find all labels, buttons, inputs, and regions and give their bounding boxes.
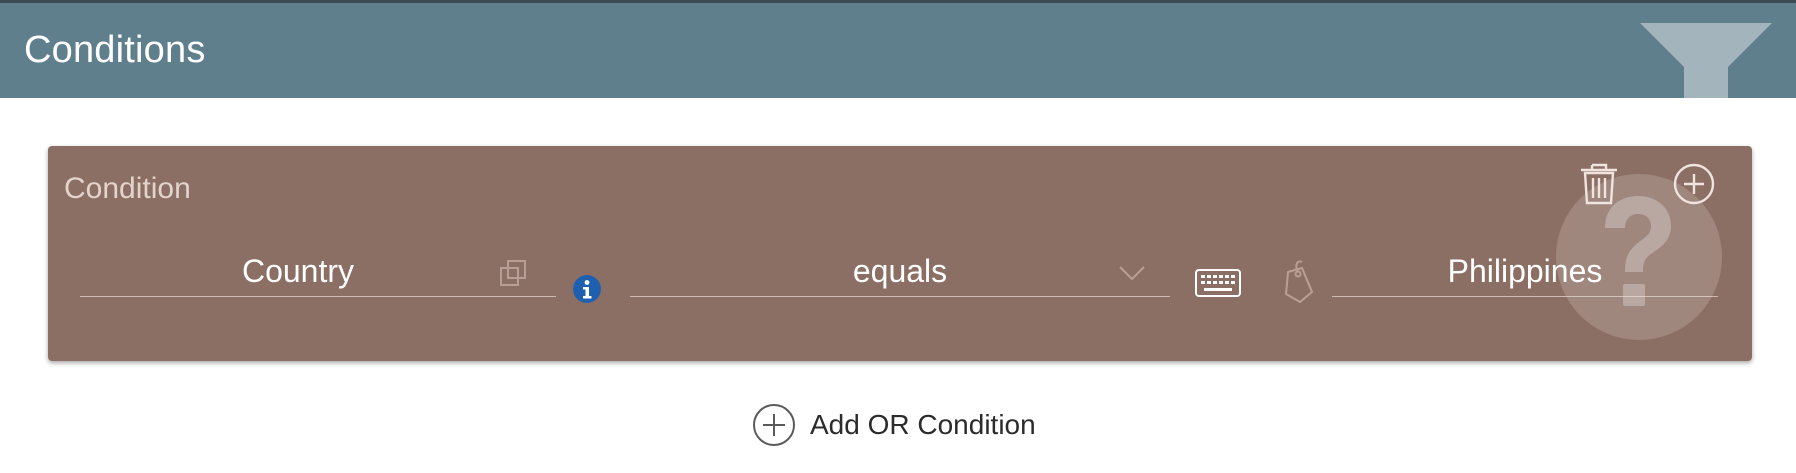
add-or-condition-label: Add OR Condition: [810, 409, 1036, 440]
chevron-down-icon: [1119, 266, 1145, 281]
operator-value: equals: [852, 253, 948, 289]
add-or-condition-button[interactable]: Add OR Condition: [752, 402, 1036, 448]
value-text: Philippines: [1447, 253, 1603, 289]
conditions-header: Conditions: [0, 3, 1796, 98]
delete-condition-button[interactable]: [1578, 160, 1620, 206]
condition-card: Condition Country equals Philippines: [48, 146, 1752, 361]
field-value: Country: [241, 253, 355, 289]
field-select[interactable]: Country: [80, 246, 556, 297]
value-input[interactable]: Philippines: [1332, 246, 1718, 297]
filter-icon: [1640, 23, 1772, 98]
page-title: Conditions: [24, 29, 206, 71]
add-condition-button[interactable]: [1672, 162, 1716, 206]
operator-select[interactable]: equals: [630, 246, 1170, 297]
keyboard-icon[interactable]: [1194, 268, 1242, 298]
tag-icon[interactable]: [1276, 258, 1320, 308]
plus-circle-icon: [753, 404, 795, 446]
copy-icon[interactable]: [498, 258, 528, 288]
condition-title: Condition: [64, 172, 191, 205]
info-icon[interactable]: [572, 274, 602, 304]
